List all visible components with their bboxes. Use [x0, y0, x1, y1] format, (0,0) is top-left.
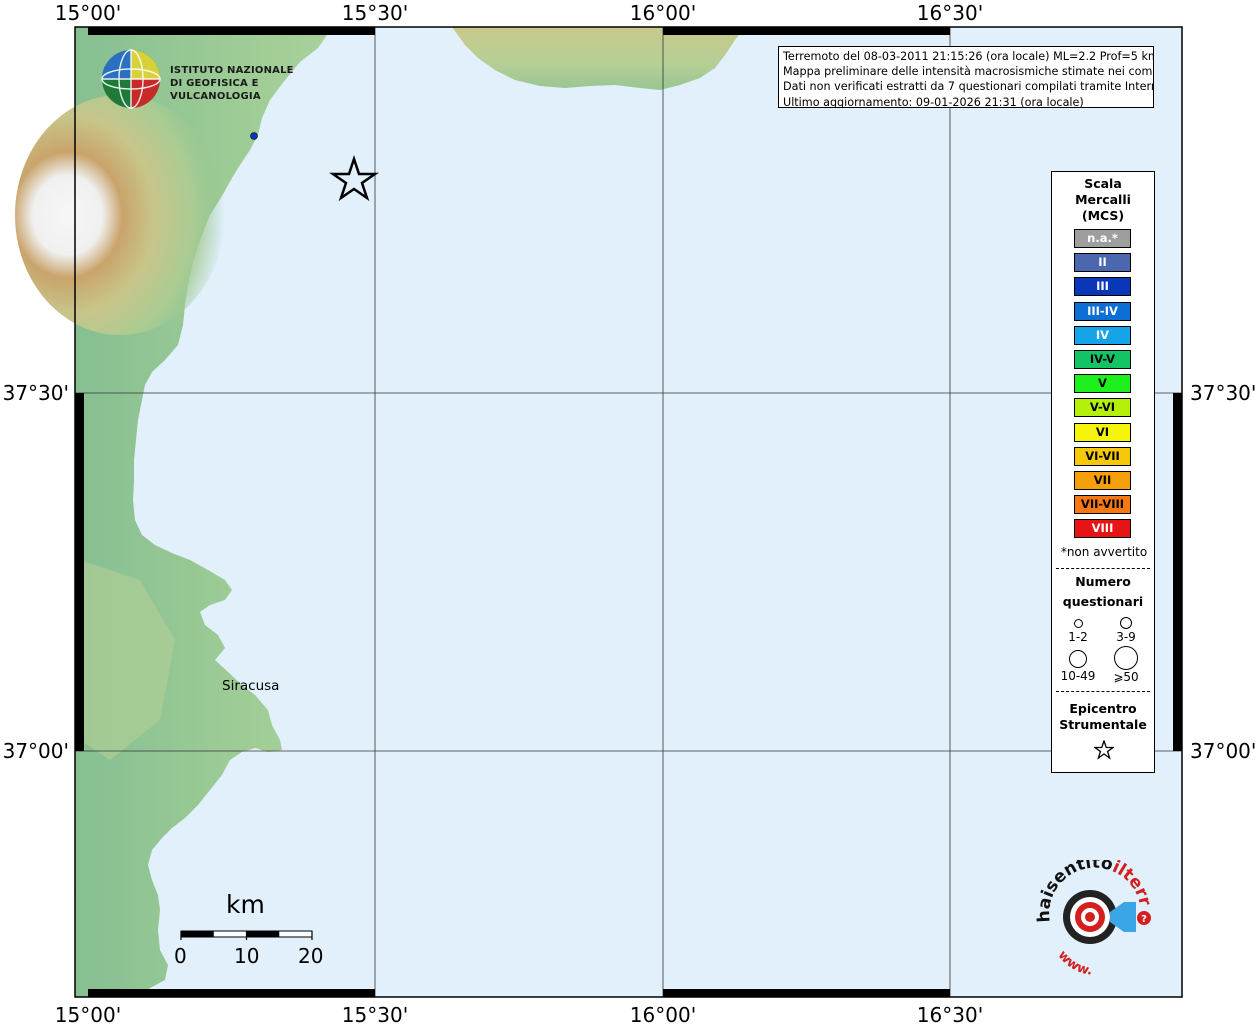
- hsit-text-3: www.: [1055, 948, 1093, 979]
- circle-size-1-2: [1074, 619, 1083, 628]
- lon-label-top-3: 16°30': [917, 1, 983, 25]
- epi-title-1: Epicentro: [1069, 701, 1137, 716]
- lon-label-bottom-3: 16°30': [917, 1003, 983, 1024]
- lon-label-top-0: 15°00': [55, 1, 121, 25]
- circle-size-10-49: [1069, 650, 1087, 668]
- lon-label-bottom-1: 15°30': [342, 1003, 408, 1024]
- legend-divider-2: [1056, 691, 1150, 692]
- lat-label-left-0: 37°30': [3, 381, 69, 405]
- lat-label-right-0: 37°30': [1190, 381, 1255, 405]
- info-line-1: Terremoto del 08-03-2011 21:15:26 (ora l…: [783, 50, 1154, 63]
- questionnaire-point: [250, 132, 258, 140]
- intensity-chip: II: [1074, 253, 1131, 273]
- legend-title-1: Scala: [1084, 176, 1122, 191]
- intensity-chip: IV-V: [1074, 350, 1131, 369]
- ingv-line-1: ISTITUTO NAZIONALE: [170, 65, 294, 76]
- scale-tick-20: 20: [298, 944, 324, 968]
- intensity-chip: VII: [1074, 471, 1131, 490]
- svg-text:?: ?: [1141, 914, 1147, 925]
- scale-bar: km 0 10 20: [170, 890, 330, 970]
- num-label-1-2: 1-2: [1068, 630, 1088, 644]
- num-label-10-49: 10-49: [1060, 669, 1096, 683]
- intensity-chip: n.a.*: [1074, 229, 1131, 248]
- intensity-chip: VI: [1074, 422, 1131, 442]
- circle-size-3-9: [1120, 617, 1132, 629]
- haisentito-logo-graphic: ? haisentitoilterremoto.it www.: [1019, 845, 1155, 979]
- info-line-4: Ultimo aggiornamento: 09-01-2026 21:31 (…: [783, 95, 1084, 108]
- intensity-chip: VII-VIII: [1074, 495, 1131, 515]
- num-title-1: Numero: [1075, 574, 1131, 589]
- scale-tick-10: 10: [234, 944, 260, 968]
- city-label-siracusa: Siracusa: [222, 678, 280, 694]
- legend-panel: Scala Mercalli (MCS) n.a.* II III III-IV IV I…: [1051, 171, 1155, 773]
- legend-title-2: Mercalli: [1075, 192, 1131, 207]
- intensity-chip: V: [1074, 374, 1131, 394]
- sea: [75, 27, 1182, 997]
- num-title-2: questionari: [1062, 594, 1144, 609]
- num-label-3-9: 3-9: [1116, 630, 1136, 644]
- etna-relief: [15, 95, 225, 335]
- intensity-chip: III-IV: [1074, 301, 1131, 321]
- ingv-name: ISTITUTO NAZIONALE DI GEOFISICA E VULCAN…: [170, 64, 320, 103]
- svg-text:www.: www.: [1055, 948, 1093, 979]
- num-label-50-plus: ⩾50: [1113, 670, 1139, 684]
- legend-divider: [1056, 568, 1150, 569]
- na-note: *non avvertito: [1060, 545, 1148, 559]
- haisentito-logo: ? haisentitoilterremoto.it www.: [1019, 845, 1163, 980]
- lon-label-bottom-2: 16°00': [630, 1003, 696, 1024]
- circle-size-50-plus: [1114, 646, 1138, 670]
- lon-label-bottom-0: 15°00': [55, 1003, 121, 1024]
- lon-label-top-1: 15°30': [342, 1, 408, 25]
- legend-star-icon: [1094, 740, 1114, 760]
- intensity-chip: IV: [1074, 325, 1131, 345]
- intensity-chip: III: [1074, 277, 1131, 297]
- info-line-2: Mappa preliminare delle intensità macros…: [783, 65, 1154, 79]
- event-info-box: Terremoto del 08-03-2011 21:15:26 (ora l…: [778, 46, 1154, 108]
- ingv-logo: ISTITUTO NAZIONALE DI GEOFISICA E VULCAN…: [100, 48, 320, 109]
- lat-label-right-1: 37°00': [1190, 739, 1255, 763]
- legend-title-3: (MCS): [1081, 208, 1125, 223]
- intensity-chip: VIII: [1074, 519, 1131, 539]
- epi-title-2: Strumentale: [1059, 717, 1147, 732]
- lat-label-left-1: 37°00': [3, 739, 69, 763]
- scale-tick-0: 0: [174, 944, 187, 968]
- intensity-chip: V-VI: [1074, 398, 1131, 418]
- intensity-chip: VI-VII: [1074, 446, 1131, 466]
- globe-icon: [101, 49, 161, 109]
- info-line-3: Dati non verificati estratti da 7 questi…: [783, 80, 1154, 94]
- lon-label-top-2: 16°00': [630, 1, 696, 25]
- ingv-line-2: DI GEOFISICA E VULCANOLOGIA: [170, 78, 261, 102]
